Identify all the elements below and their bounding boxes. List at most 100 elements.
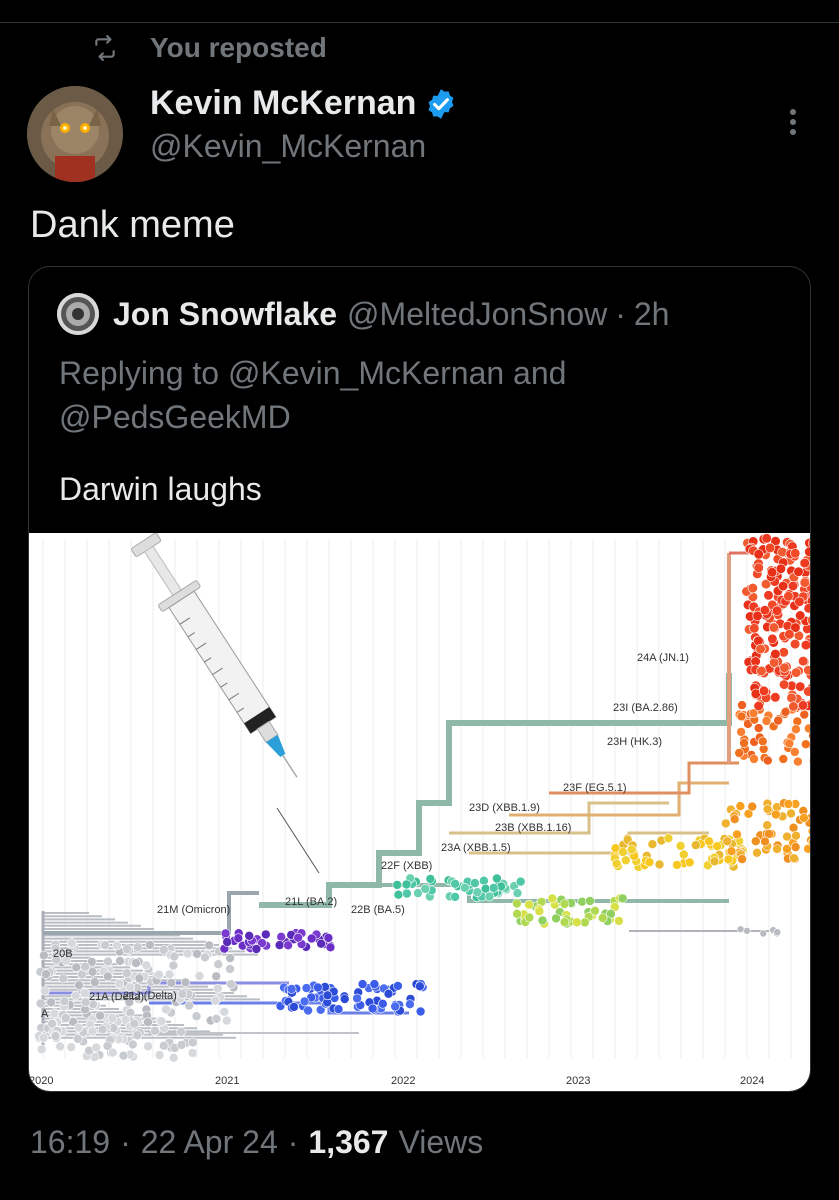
tip-dot <box>133 942 143 953</box>
tip-dot <box>168 1052 179 1063</box>
cat-avatar-image <box>27 86 123 182</box>
tip-dot <box>194 971 205 981</box>
verified-badge-icon <box>428 88 454 119</box>
tip-dot <box>87 966 98 977</box>
tip-dot <box>791 830 801 841</box>
tip-dot <box>122 944 132 954</box>
tip-dot <box>154 1050 165 1060</box>
tip-dot <box>392 880 403 890</box>
tip-dot <box>729 814 740 825</box>
tip-dot <box>809 654 810 660</box>
tip-dot <box>753 700 764 712</box>
tip-dot <box>49 1008 60 1019</box>
tip-dot <box>251 944 262 954</box>
post-time[interactable]: 16:19 <box>30 1124 110 1161</box>
tip-dot <box>191 1011 202 1022</box>
tip-dot <box>219 1006 230 1017</box>
clade-label: 23B (XBB.1.16) <box>495 822 571 834</box>
quoted-timestamp[interactable]: 2h <box>634 296 670 333</box>
tip-dot <box>156 1016 167 1027</box>
clade-label-text: 23D (XBB.1.9) <box>469 802 540 814</box>
tip-dot <box>176 1040 187 1050</box>
clade-label-text: 23F (EG.5.1) <box>563 782 627 794</box>
author-avatar[interactable] <box>27 86 123 182</box>
tip-dot <box>611 858 622 869</box>
tip-dot <box>357 979 368 989</box>
tip-dot <box>66 1042 77 1052</box>
tip-dot <box>787 580 799 592</box>
quoted-author-name[interactable]: Jon Snowflake <box>113 296 337 333</box>
quoted-avatar[interactable] <box>57 293 99 335</box>
tip-dot <box>383 988 394 999</box>
post-date[interactable]: 22 Apr 24 <box>141 1124 278 1161</box>
tip-dot <box>244 930 254 941</box>
tip-dot <box>784 738 795 749</box>
tip-dot <box>472 887 483 898</box>
tip-dot <box>572 917 582 928</box>
tip-dot <box>322 990 333 1001</box>
tip-dot <box>50 1031 61 1041</box>
tip-dot <box>577 896 587 907</box>
tip-dot <box>107 1013 118 1023</box>
tip-dot <box>791 667 802 678</box>
author-handle[interactable]: @Kevin_McKernan <box>150 128 426 165</box>
tip-dot <box>735 801 746 811</box>
tip-dot <box>590 905 600 916</box>
tip-dot <box>225 953 235 963</box>
tip-dot <box>143 1041 153 1052</box>
tip-dot <box>792 716 803 727</box>
tip-dot <box>213 983 223 994</box>
tip-dot <box>762 820 773 831</box>
tip-dot <box>369 979 380 989</box>
clade-label-text: 22B (BA.5) <box>351 904 405 916</box>
tip-dot <box>793 756 803 767</box>
tip-dot <box>402 888 412 899</box>
tip-dot <box>547 893 558 904</box>
tip-dot <box>488 883 499 893</box>
tip-dot <box>780 707 791 717</box>
clade-label-text: 21L (BA.2) <box>285 896 337 908</box>
tip-dot <box>276 931 286 942</box>
tip-dot <box>204 940 214 951</box>
tip-dot <box>737 700 747 710</box>
meme-image[interactable]: 24A (JN.1) 23I (BA.2.86) 23H (HK.3) 23F (EG… <box>29 532 812 1091</box>
tip-dot <box>35 998 46 1009</box>
tip-dot <box>675 841 686 851</box>
author-name[interactable]: Kevin McKernan <box>150 84 416 123</box>
tip-dot <box>626 844 637 855</box>
tip-dot <box>743 926 751 935</box>
clade-label-text: 21J (Delta) <box>123 990 177 1002</box>
tip-dot <box>450 892 460 902</box>
tip-dot <box>225 964 235 974</box>
tip-dot <box>801 739 810 749</box>
tip-dot <box>46 997 56 1008</box>
tip-dot <box>325 942 336 953</box>
tip-dot <box>200 952 210 963</box>
tip-dot <box>377 998 388 1009</box>
clade-label: 21M (Omicron) <box>157 904 230 916</box>
tip-dot <box>647 839 658 850</box>
tip-dot <box>114 978 125 989</box>
tip-dot <box>303 1005 313 1016</box>
tip-dot <box>74 980 84 991</box>
tip-dot <box>753 562 764 573</box>
author-name-row[interactable]: Kevin McKernan <box>150 84 458 123</box>
quoted-author-handle[interactable]: @MeltedJonSnow <box>347 296 607 333</box>
tip-dot <box>753 549 764 560</box>
tip-dot <box>352 993 362 1004</box>
tip-dot <box>617 893 628 904</box>
tip-dot <box>803 665 810 676</box>
tip-dot <box>91 1042 101 1053</box>
tip-dot <box>220 928 231 939</box>
quoted-text: Darwin laughs <box>59 471 262 507</box>
tip-dot <box>39 950 49 961</box>
tip-dot <box>289 1002 299 1012</box>
tip-dot <box>803 686 810 697</box>
tip-dot <box>811 538 812 548</box>
tip-dot <box>762 755 773 766</box>
tip-dot <box>712 841 723 852</box>
tip-dot <box>755 643 766 655</box>
more-options-icon[interactable] <box>780 104 806 140</box>
tip-dot <box>58 973 69 984</box>
quoted-tweet-card[interactable]: Jon Snowflake @MeltedJonSnow · 2h Replyi… <box>28 266 811 1092</box>
